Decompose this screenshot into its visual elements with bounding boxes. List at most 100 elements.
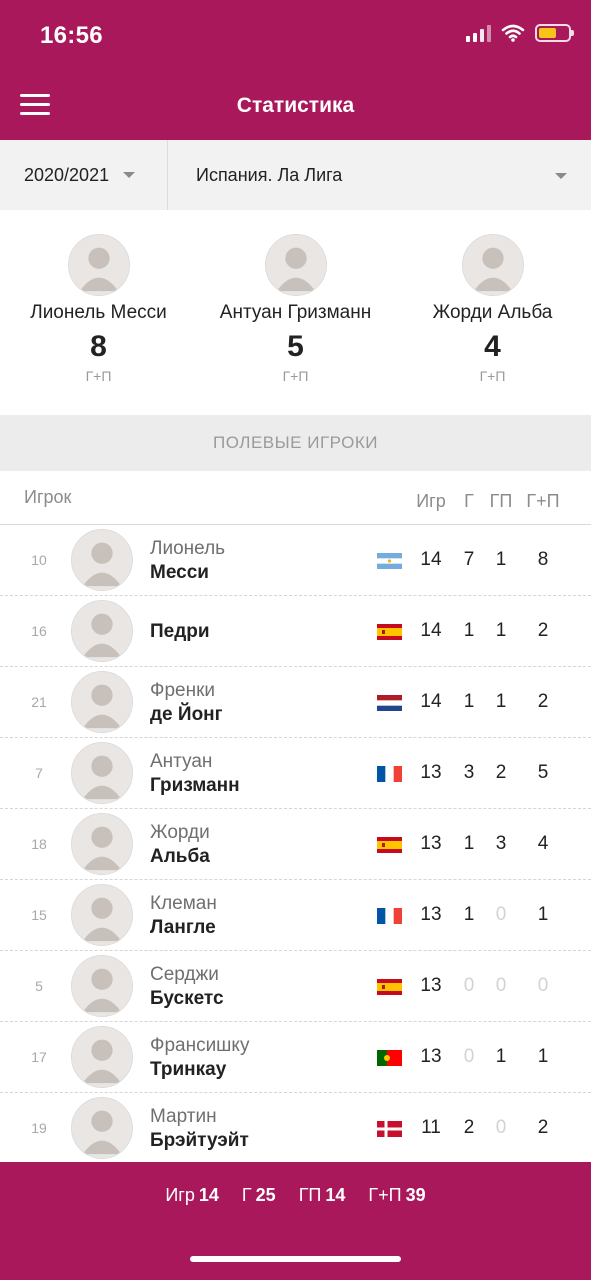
table-row[interactable]: 10 Лионель Месси 14 7 1 8 xyxy=(0,525,591,596)
table-row[interactable]: 7 Антуан Гризманн 13 3 2 5 xyxy=(0,738,591,809)
player-number: 10 xyxy=(31,552,47,568)
filter-bar: 2020/2021 Испания. Ла Лига xyxy=(0,140,591,210)
player-goals: 7 xyxy=(463,549,475,570)
player-games: 13 xyxy=(420,833,442,854)
player-assists: 0 xyxy=(495,1117,507,1138)
player-total: 8 xyxy=(537,549,549,570)
column-games[interactable]: Игр xyxy=(408,491,454,512)
column-assists[interactable]: ГП xyxy=(484,491,518,512)
player-first-name: Клеман xyxy=(150,893,217,914)
leader-card[interactable]: Лионель Месси 8 Г+П xyxy=(0,210,197,415)
player-total: 2 xyxy=(537,1117,549,1138)
player-avatar xyxy=(71,955,133,1017)
players-table: 10 Лионель Месси 14 7 1 8 16 Педри 14 1 1 2 21 Френки д… xyxy=(0,525,591,1164)
player-first-name: Мартин xyxy=(150,1106,217,1127)
spain-flag xyxy=(377,837,402,853)
player-total: 2 xyxy=(537,620,549,641)
home-indicator[interactable] xyxy=(190,1256,401,1262)
top-scorers: Лионель Месси 8 Г+П Антуан Гризманн 5 Г+П Жорд… xyxy=(0,210,591,415)
leader-name: Антуан Гризманн xyxy=(219,302,372,323)
league-select[interactable]: Испания. Ла Лига xyxy=(168,140,591,210)
totals-assists-label: ГП xyxy=(298,1185,322,1205)
status-time: 16:56 xyxy=(40,22,103,49)
player-games: 11 xyxy=(421,1117,441,1138)
column-total[interactable]: Г+П xyxy=(521,491,565,512)
player-total: 5 xyxy=(537,762,549,783)
player-number: 5 xyxy=(35,978,43,994)
player-goals: 0 xyxy=(463,1046,475,1067)
spain-flag xyxy=(377,979,402,995)
player-goals: 1 xyxy=(463,833,475,854)
player-games: 14 xyxy=(420,691,442,712)
leader-value: 4 xyxy=(484,330,501,363)
player-games: 14 xyxy=(420,620,442,641)
player-goals: 2 xyxy=(463,1117,475,1138)
player-total: 1 xyxy=(537,1046,549,1067)
player-avatar xyxy=(71,600,133,662)
player-total: 0 xyxy=(537,975,549,996)
player-goals: 1 xyxy=(463,620,475,641)
player-avatar xyxy=(461,234,524,296)
table-row[interactable]: 16 Педри 14 1 1 2 xyxy=(0,596,591,667)
player-assists: 2 xyxy=(495,762,507,783)
totals-games-label: Игр xyxy=(165,1185,195,1205)
player-number: 15 xyxy=(31,907,47,923)
portugal-flag xyxy=(377,1050,402,1066)
player-assists: 1 xyxy=(495,549,507,570)
status-bar: 16:56 xyxy=(0,0,591,70)
player-last-name: Педри xyxy=(150,621,210,642)
player-games: 13 xyxy=(420,975,442,996)
table-row[interactable]: 5 Серджи Бускетс 13 0 0 0 xyxy=(0,951,591,1022)
player-name: Франсишку Тринкау xyxy=(150,1034,249,1082)
player-first-name: Лионель xyxy=(150,538,226,559)
app-bar: Статистика xyxy=(0,70,591,140)
wifi-icon xyxy=(501,24,525,42)
player-name: Педри xyxy=(150,619,210,644)
player-avatar xyxy=(67,234,130,296)
player-name: Клеман Лангле xyxy=(150,892,217,940)
france-flag xyxy=(377,766,402,782)
leader-card[interactable]: Антуан Гризманн 5 Г+П xyxy=(197,210,394,415)
player-avatar xyxy=(264,234,327,296)
player-first-name: Френки xyxy=(150,680,215,701)
player-avatar xyxy=(71,884,133,946)
player-last-name: Альба xyxy=(150,846,210,867)
player-avatar xyxy=(71,529,133,591)
status-icons xyxy=(466,24,574,42)
france-flag xyxy=(377,908,402,924)
player-total: 4 xyxy=(537,833,549,854)
column-player[interactable]: Игрок xyxy=(24,487,71,508)
table-row[interactable]: 21 Френки де Йонг 14 1 1 2 xyxy=(0,667,591,738)
table-row[interactable]: 19 Мартин Брэйтуэйт 11 2 0 2 xyxy=(0,1093,591,1164)
player-last-name: Гризманн xyxy=(150,775,240,796)
player-avatar xyxy=(71,671,133,733)
table-row[interactable]: 18 Жорди Альба 13 1 3 4 xyxy=(0,809,591,880)
leader-metric: Г+П xyxy=(85,368,112,384)
player-avatar xyxy=(71,813,133,875)
player-goals: 1 xyxy=(463,904,475,925)
column-goals[interactable]: Г xyxy=(458,491,480,512)
battery-icon xyxy=(535,24,574,42)
totals-goals: 25 xyxy=(255,1185,276,1205)
player-goals: 0 xyxy=(463,975,475,996)
section-title: ПОЛЕВЫЕ ИГРОКИ xyxy=(0,415,591,471)
season-select[interactable]: 2020/2021 xyxy=(0,140,168,210)
player-first-name: Антуан xyxy=(150,751,213,772)
player-name: Жорди Альба xyxy=(150,821,210,869)
player-first-name: Серджи xyxy=(150,964,219,985)
table-row[interactable]: 15 Клеман Лангле 13 1 0 1 xyxy=(0,880,591,951)
season-value: 2020/2021 xyxy=(24,164,110,185)
leader-metric: Г+П xyxy=(479,368,506,384)
player-first-name: Жорди xyxy=(150,822,210,843)
player-assists: 1 xyxy=(495,1046,507,1067)
leader-card[interactable]: Жорди Альба 4 Г+П xyxy=(394,210,591,415)
player-goals: 3 xyxy=(463,762,475,783)
player-number: 7 xyxy=(35,765,43,781)
totals-goals-label: Г xyxy=(241,1185,252,1205)
player-total: 2 xyxy=(537,691,549,712)
player-games: 13 xyxy=(420,762,442,783)
player-name: Лионель Месси xyxy=(150,537,225,585)
table-row[interactable]: 17 Франсишку Тринкау 13 0 1 1 xyxy=(0,1022,591,1093)
player-assists: 3 xyxy=(495,833,507,854)
leader-value: 8 xyxy=(90,330,107,363)
